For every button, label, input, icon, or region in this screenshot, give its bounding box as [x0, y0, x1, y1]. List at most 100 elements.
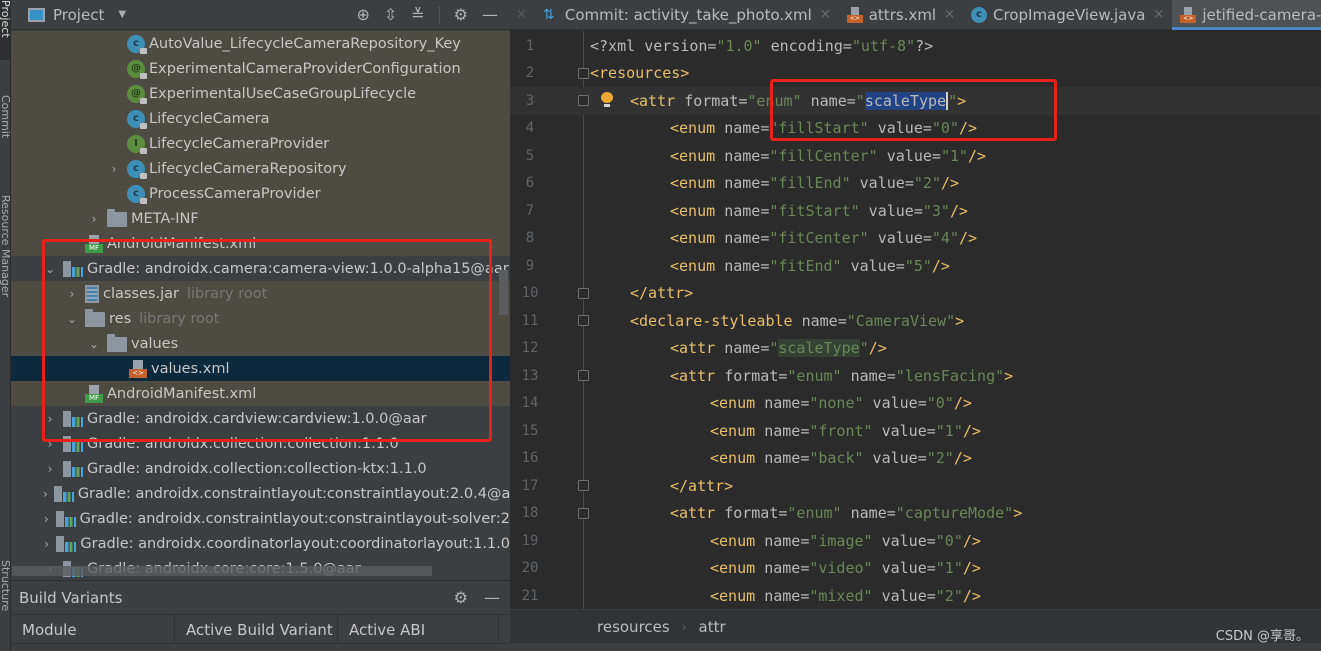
- tree-item[interactable]: ⌄ res library root: [11, 306, 510, 331]
- code-line[interactable]: 5 <enum name="fillCenter" value="1"/>: [510, 142, 1321, 170]
- tree-item[interactable]: ⌄ Gradle: androidx.camera:camera-view:1.0…: [11, 256, 510, 281]
- stripe-tab-project[interactable]: Project: [0, 0, 10, 60]
- breadcrumb-item-attr[interactable]: attr: [699, 618, 726, 636]
- fold-collapse-icon[interactable]: [578, 370, 589, 381]
- code-line[interactable]: 1 <?xml version="1.0" encoding="utf-8"?>: [510, 32, 1321, 60]
- tab-cropimageview-java[interactable]: c CropImageView.java ×: [963, 0, 1172, 30]
- minimize-icon[interactable]: —: [484, 588, 500, 607]
- code-line[interactable]: 16 <enum name="back" value="2"/>: [510, 445, 1321, 473]
- code-editor[interactable]: 1 <?xml version="1.0" encoding="utf-8"?> 2…: [510, 31, 1321, 609]
- code-token: name: [724, 339, 761, 358]
- tab-attrs-xml[interactable]: attrs.xml ×: [839, 0, 963, 30]
- close-icon[interactable]: ×: [944, 7, 955, 22]
- column-module[interactable]: Module: [11, 615, 175, 643]
- tree-item[interactable]: AndroidManifest.xml: [11, 231, 510, 256]
- gear-icon[interactable]: ⚙: [454, 5, 468, 24]
- fold-end-icon[interactable]: [578, 480, 589, 491]
- fold-collapse-icon[interactable]: [578, 67, 589, 79]
- stripe-tab-commit[interactable]: Commit: [0, 95, 10, 138]
- chevron-right-icon[interactable]: ›: [43, 537, 50, 551]
- tree-item[interactable]: › classes.jar library root: [11, 281, 510, 306]
- code-line[interactable]: 21 <enum name="mixed" value="2"/>: [510, 582, 1321, 609]
- code-line[interactable]: 20 <enum name="video" value="1"/>: [510, 555, 1321, 583]
- code-token: format: [724, 504, 779, 523]
- expand-all-icon[interactable]: ⇳: [384, 5, 397, 24]
- chevron-right-icon[interactable]: ›: [43, 512, 50, 526]
- tree-item[interactable]: › Gradle: androidx.constraintlayout:const…: [11, 481, 510, 506]
- chevron-right-icon[interactable]: ›: [65, 287, 79, 301]
- tab-commit-activity-take-photo[interactable]: ⇅ Commit: activity_take_photo.xml ×: [535, 0, 839, 30]
- code-token: name: [764, 586, 801, 605]
- code-line[interactable]: 4 <enum name="fillStart" value="0"/>: [510, 115, 1321, 143]
- tree-horizontal-scrollbar[interactable]: [12, 566, 432, 576]
- tree-item[interactable]: › Gradle: androidx.cardview:cardview:1.0.…: [11, 406, 510, 431]
- tree-item[interactable]: › Gradle: androidx.constraintlayout:const…: [11, 506, 510, 531]
- chevron-right-icon[interactable]: ›: [107, 162, 121, 176]
- code-line[interactable]: 12 <attr name="scaleType"/>: [510, 335, 1321, 363]
- fold-collapse-icon[interactable]: [578, 315, 589, 326]
- close-icon[interactable]: ×: [510, 7, 535, 22]
- code-line[interactable]: 7 <enum name="fitStart" value="3"/>: [510, 197, 1321, 225]
- code-line[interactable]: 3 <attr format="enum" name="scaleType ">: [510, 87, 1321, 115]
- tree-vertical-scrollbar[interactable]: [499, 270, 508, 315]
- code-line[interactable]: 11 <declare-styleable name="CameraView">: [510, 307, 1321, 335]
- code-line[interactable]: 17 </attr>: [510, 472, 1321, 500]
- tree-item[interactable]: I LifecycleCameraProvider: [11, 131, 510, 156]
- tree-item[interactable]: › Gradle: androidx.coordinatorlayout:coor…: [11, 531, 510, 556]
- fold-end-icon[interactable]: [578, 287, 589, 299]
- fold-collapse-icon[interactable]: [578, 95, 589, 106]
- chevron-down-icon[interactable]: ⌄: [65, 312, 79, 326]
- code-token: version: [644, 36, 708, 55]
- tree-item[interactable]: @ ExperimentalCameraProviderConfiguration: [11, 56, 510, 81]
- stripe-tab-structure[interactable]: Structure: [0, 560, 10, 611]
- tree-item[interactable]: values.xml: [11, 356, 510, 381]
- chevron-right-icon[interactable]: ›: [43, 462, 57, 476]
- code-line[interactable]: 10 </attr>: [510, 280, 1321, 308]
- tree-item[interactable]: › Gradle: androidx.collection:collection:…: [11, 431, 510, 456]
- code-line[interactable]: 8 <enum name="fitCenter" value="4"/>: [510, 225, 1321, 253]
- code-line[interactable]: 2 <resources>: [510, 60, 1321, 88]
- tree-item[interactable]: › META-INF: [11, 206, 510, 231]
- breadcrumb-item-resources[interactable]: resources: [597, 618, 670, 636]
- minimize-icon[interactable]: —: [482, 5, 498, 24]
- code-line[interactable]: 13 <attr format="enum" name="lensFacing">: [510, 362, 1321, 390]
- chevron-right-icon[interactable]: ›: [43, 437, 57, 451]
- close-icon[interactable]: ×: [820, 7, 831, 22]
- tree-item[interactable]: ⌄ values: [11, 331, 510, 356]
- collapse-all-icon[interactable]: ≚: [411, 5, 424, 24]
- stripe-tab-resource-manager[interactable]: Resource Manager: [0, 195, 10, 297]
- tree-item[interactable]: c ProcessCameraProvider: [11, 181, 510, 206]
- chevron-right-icon[interactable]: ›: [87, 212, 101, 226]
- column-active-build-variant[interactable]: Active Build Variant: [175, 615, 338, 643]
- chevron-down-icon[interactable]: ⌄: [43, 262, 57, 276]
- chevron-right-icon[interactable]: ›: [43, 412, 57, 426]
- code-token: "1.0": [716, 36, 762, 55]
- code-line[interactable]: 15 <enum name="front" value="1"/>: [510, 417, 1321, 445]
- code-line[interactable]: 18 <attr format="enum" name="captureMode"…: [510, 500, 1321, 528]
- lightbulb-icon[interactable]: [600, 92, 614, 108]
- tree-item[interactable]: › Gradle: androidx.collection:collection-…: [11, 456, 510, 481]
- tree-item[interactable]: AndroidManifest.xml: [11, 381, 510, 406]
- tree-item[interactable]: c AutoValue_LifecycleCameraRepository_Key: [11, 31, 510, 56]
- tab-jetified-camera[interactable]: jetified-camera-: [1172, 0, 1321, 30]
- chevron-right-icon[interactable]: ›: [43, 487, 48, 501]
- fold-collapse-icon[interactable]: [578, 507, 589, 519]
- code-line[interactable]: 6 <enum name="fillEnd" value="2"/>: [510, 170, 1321, 198]
- column-active-abi[interactable]: Active ABI: [338, 615, 499, 643]
- code-line[interactable]: 9 <enum name="fitEnd" value="5"/>: [510, 252, 1321, 280]
- chevron-down-icon[interactable]: ▼: [118, 9, 126, 20]
- gear-icon[interactable]: ⚙: [454, 588, 468, 607]
- tree-item[interactable]: @ ExperimentalUseCaseGroupLifecycle: [11, 81, 510, 106]
- code-token: =: [837, 311, 847, 330]
- project-view-selector[interactable]: Project: [53, 6, 104, 24]
- close-icon[interactable]: ×: [1153, 7, 1164, 22]
- chevron-down-icon[interactable]: ⌄: [87, 337, 101, 351]
- manifest-icon: [85, 384, 103, 403]
- locate-icon[interactable]: ⊕: [356, 5, 369, 24]
- tree-item-label: Gradle: androidx.camera:camera-view:1.0.…: [87, 260, 509, 277]
- build-variants-table-header: Module Active Build Variant Active ABI: [11, 614, 510, 644]
- tree-item[interactable]: › c LifecycleCameraRepository: [11, 156, 510, 181]
- tree-item[interactable]: c LifecycleCamera: [11, 106, 510, 131]
- code-line[interactable]: 14 <enum name="none" value="0"/>: [510, 390, 1321, 418]
- code-line[interactable]: 19 <enum name="image" value="0"/>: [510, 527, 1321, 555]
